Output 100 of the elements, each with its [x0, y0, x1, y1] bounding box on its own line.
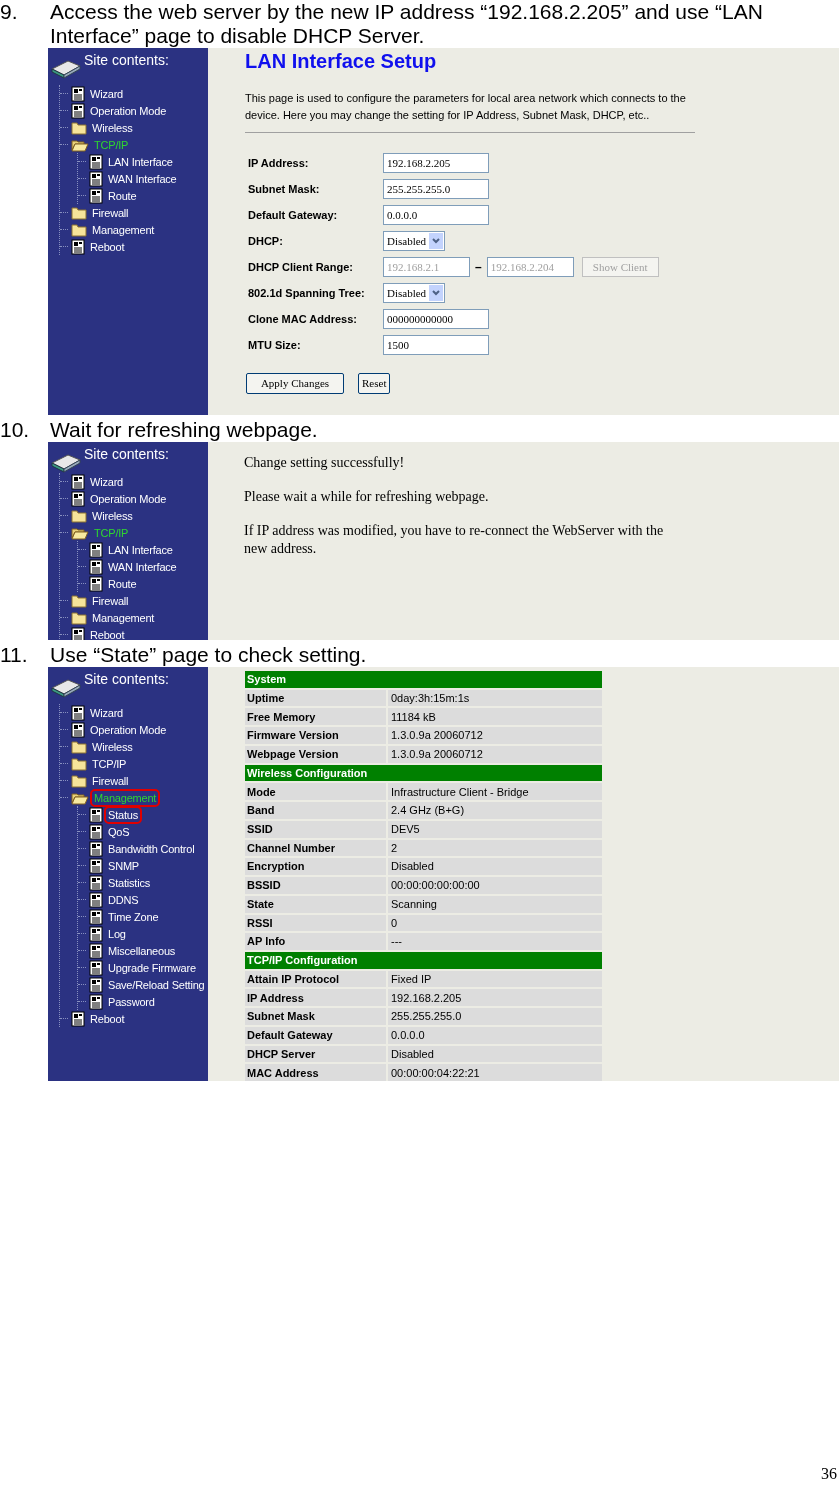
nav-link[interactable]: Bandwidth Control	[106, 841, 197, 856]
field-label: Subnet Mask:	[247, 181, 321, 197]
step-text: Use “State” page to check setting.	[50, 643, 368, 667]
nav-link[interactable]: Management	[90, 610, 157, 625]
page-icon	[89, 976, 103, 993]
input-field[interactable]: 0.0.0.0	[383, 205, 489, 225]
nav-link[interactable]: TCP/IP	[92, 137, 131, 152]
sidebar-title: Site contents:	[84, 51, 169, 70]
nav-link[interactable]: QoS	[106, 824, 132, 839]
table-cell: 1.3.0.9a 20060712	[388, 727, 602, 744]
input-field[interactable]: 255.255.255.0	[383, 179, 489, 199]
nav-link[interactable]: TCP/IP	[90, 756, 129, 771]
nav-link[interactable]: Firewall	[90, 205, 131, 220]
page-icon	[89, 541, 103, 558]
page-icon	[71, 238, 85, 255]
table-cell: 255.255.255.0	[388, 1008, 602, 1025]
nav-link[interactable]: Wizard	[88, 86, 126, 101]
nav-link[interactable]: WAN Interface	[106, 559, 179, 574]
select-field[interactable]: Disabled	[383, 283, 445, 303]
message-text: If IP address was modified, you have to re-connect the WebServer with the new address.	[244, 522, 665, 558]
table-cell: 0day:3h:15m:1s	[388, 689, 602, 707]
nav-link[interactable]: Wizard	[88, 705, 126, 720]
nav-link[interactable]: Route	[106, 188, 139, 203]
page-icon	[89, 558, 103, 575]
field-label: IP Address:	[247, 155, 310, 171]
apply-button[interactable]: Apply Changes	[246, 373, 344, 394]
nav-link[interactable]: Wizard	[88, 474, 126, 489]
table-cell: IP Address	[245, 989, 386, 1007]
table-cell: ---	[388, 933, 602, 950]
nav-link[interactable]: LAN Interface	[106, 154, 175, 169]
nav-link[interactable]: Wireless	[90, 120, 135, 135]
nav-link[interactable]: Operation Mode	[88, 491, 169, 506]
nav-link[interactable]: Operation Mode	[88, 722, 169, 737]
description-text: This page is used to configure the parameters for local area network which connects to the device. Here you may change the setting for IP Address, Subnet Mask, DHCP, etc..	[245, 91, 687, 123]
nav-link[interactable]: LAN Interface	[106, 542, 175, 557]
table-cell: RSSI	[245, 914, 386, 932]
nav-link[interactable]: Operation Mode	[88, 103, 169, 118]
table-cell: Channel Number	[245, 839, 386, 857]
page-icon	[89, 187, 103, 204]
table-cell: 2	[388, 839, 602, 857]
page-icon	[89, 874, 103, 891]
page-icon	[89, 993, 103, 1010]
nav-link[interactable]: Time Zone	[106, 909, 161, 924]
page-icon	[71, 102, 85, 119]
nav-link[interactable]: Management	[92, 790, 159, 805]
nav-link[interactable]: Management	[90, 222, 157, 237]
section-header: System	[245, 671, 602, 688]
nav-link[interactable]: WAN Interface	[106, 171, 179, 186]
nav-link[interactable]: Password	[106, 994, 157, 1009]
field-label: Clone MAC Address:	[247, 311, 358, 327]
input-field[interactable]: 000000000000	[383, 309, 489, 329]
nav-link[interactable]: Reboot	[88, 627, 127, 640]
input-field[interactable]: 192.168.2.205	[383, 153, 489, 173]
nav-link[interactable]: Reboot	[88, 239, 127, 254]
table-cell: DEV5	[388, 820, 602, 838]
page-icon	[89, 925, 103, 942]
page-title: LAN Interface Setup	[245, 49, 438, 73]
nav-link[interactable]: Route	[106, 576, 139, 591]
nav-link[interactable]: Log	[106, 926, 128, 941]
field-label: DHCP Client Range:	[247, 259, 354, 275]
table-cell: 0	[388, 914, 602, 932]
table-cell: MAC Address	[245, 1064, 386, 1081]
field-label: MTU Size:	[247, 337, 302, 353]
nav-link[interactable]: Save/Reload Setting	[106, 977, 207, 992]
page-icon	[89, 908, 103, 925]
field-label: DHCP:	[247, 233, 284, 249]
table-cell: Disabled	[388, 858, 602, 876]
sidebar-title: Site contents:	[84, 670, 169, 689]
chevron-down-icon	[429, 285, 443, 301]
nav-link[interactable]: Miscellaneous	[106, 943, 178, 958]
nav-link[interactable]: Wireless	[90, 739, 135, 754]
nav-link[interactable]: Firewall	[90, 773, 131, 788]
page-icon	[89, 891, 103, 908]
section-header: Wireless Configuration	[245, 764, 602, 782]
reset-button[interactable]: Reset	[358, 373, 391, 394]
nav-link[interactable]: Status	[106, 807, 140, 822]
table-cell: Band	[245, 802, 386, 819]
input-field[interactable]: 1500	[383, 335, 489, 355]
nav-link[interactable]: DDNS	[106, 892, 141, 907]
nav-link[interactable]: Wireless	[90, 508, 135, 523]
message-text: Please wait a while for refreshing webpage.	[244, 488, 490, 506]
table-cell: Attain IP Protocol	[245, 970, 386, 988]
page-icon	[89, 823, 103, 840]
chevron-down-icon	[429, 233, 443, 249]
range-separator: –	[475, 259, 482, 276]
select-field[interactable]: Disabled	[383, 231, 445, 251]
nav-link[interactable]: Firewall	[90, 593, 131, 608]
table-cell: Firmware Version	[245, 727, 386, 744]
table-cell: Encryption	[245, 858, 386, 876]
page-icon	[89, 942, 103, 959]
nav-link[interactable]: Reboot	[88, 1011, 127, 1026]
table-cell: Default Gateway	[245, 1026, 386, 1044]
table-cell: Free Memory	[245, 708, 386, 726]
nav-link[interactable]: Statistics	[106, 875, 152, 890]
table-cell: AP Info	[245, 933, 386, 950]
nav-link[interactable]: SNMP	[106, 858, 141, 873]
table-cell: Subnet Mask	[245, 1008, 386, 1025]
nav-link[interactable]: TCP/IP	[92, 525, 131, 540]
table-cell: 00:00:00:00:00:00	[388, 877, 602, 894]
nav-link[interactable]: Upgrade Firmware	[106, 960, 198, 975]
